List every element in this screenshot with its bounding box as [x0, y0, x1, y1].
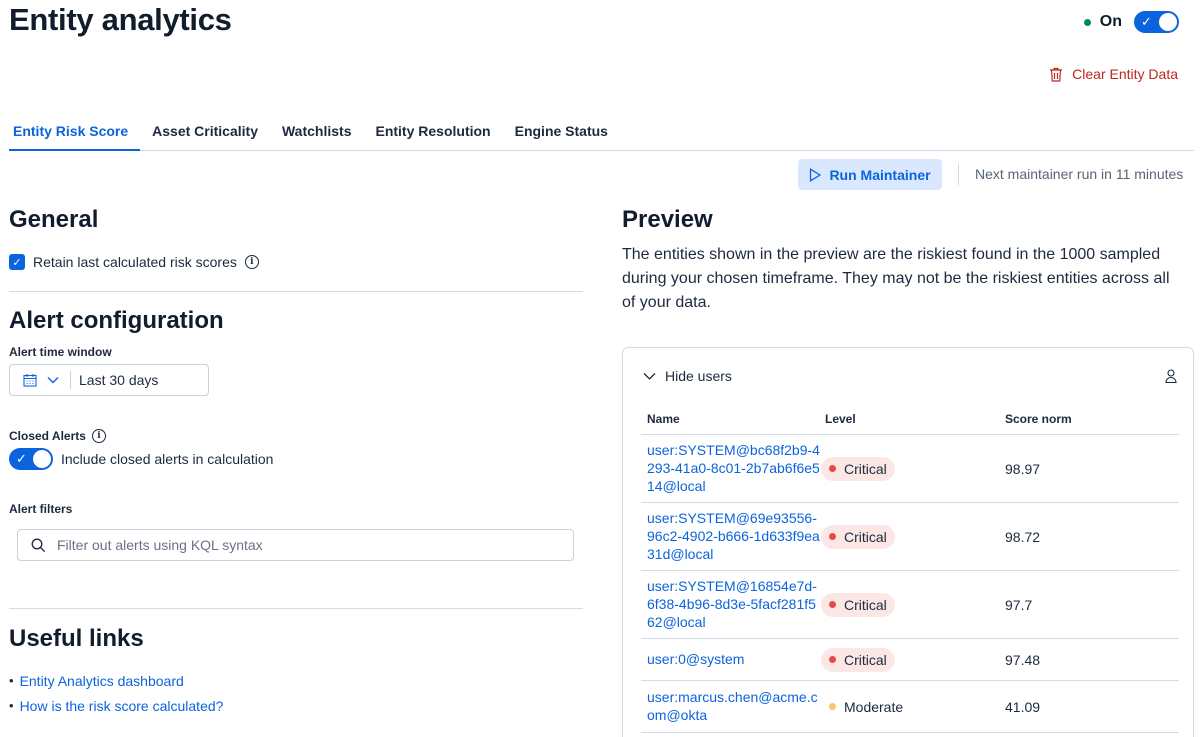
next-maintainer-run: Next maintainer run in 11 minutes — [975, 166, 1184, 182]
alert-filters-label: Alert filters — [9, 502, 73, 516]
tab-bar: Entity Risk Score Asset Criticality Watc… — [9, 113, 1194, 151]
preview-table: Name Level Score norm user:SYSTEM@bc68f2… — [641, 403, 1179, 733]
tab-entity-risk-score[interactable]: Entity Risk Score — [9, 113, 141, 151]
alert-time-window-label: Alert time window — [9, 345, 112, 359]
check-icon: ✓ — [16, 451, 27, 466]
alert-filters-field — [17, 529, 574, 561]
include-closed-alerts-label: Include closed alerts in calculation — [61, 451, 274, 467]
link-entity-analytics-dashboard[interactable]: Entity Analytics dashboard — [9, 668, 223, 693]
column-header-name[interactable]: Name — [641, 412, 821, 426]
check-icon: ✓ — [1141, 14, 1152, 29]
hide-users-label: Hide users — [665, 368, 732, 384]
status-dot — [829, 601, 836, 608]
alert-filters-input[interactable] — [57, 537, 537, 553]
risk-level-badge: Moderate — [821, 695, 911, 719]
table-row: user:SYSTEM@69e93556-96c2-4902-b666-1d63… — [641, 503, 1179, 571]
score-value: 98.72 — [1005, 528, 1041, 545]
alert-configuration-heading: Alert configuration — [9, 307, 224, 334]
time-window-value: Last 30 days — [79, 372, 159, 388]
entity-name-link[interactable]: user:0@system — [647, 651, 744, 667]
engine-status: On ✓ — [1083, 11, 1179, 33]
entity-name-link[interactable]: user:marcus.chen@acme.com@okta — [647, 689, 818, 723]
page-title: Entity analytics — [9, 2, 232, 37]
column-header-level[interactable]: Level — [821, 412, 1001, 426]
user-icon — [1165, 369, 1177, 383]
trash-icon — [1050, 67, 1063, 82]
retain-scores-row: ✓ Retain last calculated risk scores i — [9, 254, 259, 270]
score-value: 97.7 — [1005, 596, 1033, 613]
closed-alerts-label-row: Closed Alerts i — [9, 429, 106, 443]
tab-watchlists[interactable]: Watchlists — [270, 113, 364, 151]
preview-description: The entities shown in the preview are th… — [622, 246, 1170, 311]
risk-level-badge: Critical — [821, 524, 895, 549]
closed-alerts-label: Closed Alerts — [9, 429, 86, 443]
hide-users-toggle[interactable]: Hide users — [643, 368, 732, 384]
section-divider — [9, 608, 583, 609]
risk-level-badge: Critical — [821, 647, 895, 672]
table-row: user:SYSTEM@16854e7d-6f38-4b96-8d3e-5fac… — [641, 571, 1179, 639]
table-header: Name Level Score norm — [641, 403, 1179, 435]
search-icon — [31, 538, 46, 552]
run-maintainer-label: Run Maintainer — [829, 166, 931, 183]
clear-entity-data-label: Clear Entity Data — [1072, 66, 1178, 82]
score-value: 97.48 — [1005, 651, 1041, 668]
tab-engine-status[interactable]: Engine Status — [503, 113, 620, 151]
preview-panel: Hide users Name Level Score norm user:SY… — [622, 347, 1194, 737]
picker-separator — [70, 371, 71, 389]
chevron-down-icon — [643, 373, 656, 380]
preview-heading: Preview — [622, 206, 713, 233]
entity-name-link[interactable]: user:SYSTEM@bc68f2b9-4293-41a0-8c01-2b7a… — [647, 442, 820, 494]
risk-level-label: Critical — [844, 651, 887, 668]
general-heading: General — [9, 206, 99, 233]
tab-entity-resolution[interactable]: Entity Resolution — [363, 113, 502, 151]
risk-level-badge: Critical — [821, 456, 895, 481]
clear-entity-data-button[interactable]: Clear Entity Data — [1049, 66, 1178, 82]
risk-level-badge: Critical — [821, 592, 895, 617]
status-dot — [829, 703, 836, 710]
status-label: On — [1099, 13, 1122, 30]
risk-level-label: Critical — [844, 460, 887, 477]
risk-level-label: Critical — [844, 596, 887, 613]
toggle-knob — [1159, 13, 1177, 31]
table-row: user:0@system Critical 97.48 — [641, 639, 1179, 681]
calendar-icon — [16, 373, 44, 387]
status-dot — [829, 465, 836, 472]
entity-name-link[interactable]: user:SYSTEM@69e93556-96c2-4902-b666-1d63… — [647, 510, 820, 562]
status-dot — [1083, 18, 1091, 26]
divider — [958, 164, 959, 185]
run-maintainer-button[interactable]: Run Maintainer — [798, 159, 942, 190]
risk-level-label: Moderate — [844, 698, 904, 715]
status-dot — [829, 656, 836, 663]
column-header-score[interactable]: Score norm — [1001, 412, 1179, 426]
engine-toggle[interactable]: ✓ — [1134, 11, 1179, 33]
risk-level-label: Critical — [844, 528, 887, 545]
status-dot — [829, 533, 836, 540]
retain-scores-label: Retain last calculated risk scores — [33, 254, 237, 270]
play-icon — [810, 167, 822, 182]
table-row: user:marcus.chen@acme.com@okta Moderate … — [641, 681, 1179, 733]
useful-links-heading: Useful links — [9, 625, 144, 652]
link-risk-score-calculation[interactable]: How is the risk score calculated? — [9, 693, 224, 718]
useful-links-list: Entity Analytics dashboard How is the ri… — [9, 668, 224, 718]
alert-time-window-picker[interactable]: Last 30 days — [9, 364, 209, 396]
tab-asset-criticality[interactable]: Asset Criticality — [140, 113, 270, 151]
table-row: user:SYSTEM@bc68f2b9-4293-41a0-8c01-2b7a… — [641, 435, 1179, 503]
retain-scores-checkbox[interactable]: ✓ — [9, 254, 25, 270]
chevron-down-icon[interactable] — [44, 376, 62, 384]
include-closed-alerts-row: ✓ Include closed alerts in calculation — [9, 448, 273, 470]
info-icon[interactable]: i — [91, 429, 106, 443]
switch-knob — [33, 450, 51, 468]
score-value: 41.09 — [1005, 698, 1041, 715]
entity-name-link[interactable]: user:SYSTEM@16854e7d-6f38-4b96-8d3e-5fac… — [647, 578, 817, 630]
section-divider — [9, 291, 583, 292]
score-value: 98.97 — [1005, 460, 1041, 477]
info-icon[interactable]: i — [244, 255, 259, 269]
include-closed-alerts-switch[interactable]: ✓ — [9, 448, 53, 470]
